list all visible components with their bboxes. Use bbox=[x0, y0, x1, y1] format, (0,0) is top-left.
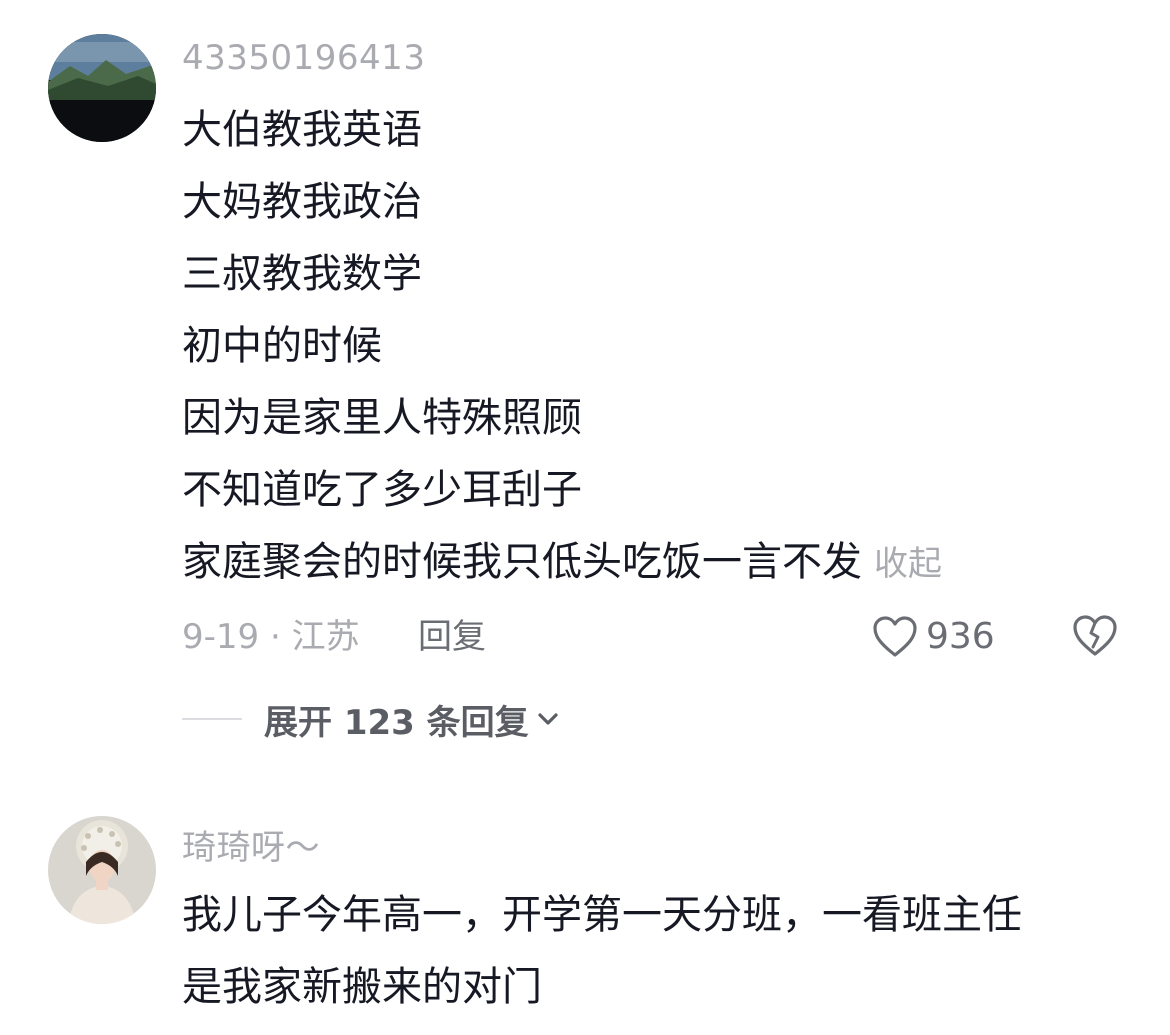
comment-line: 大妈教我政治 bbox=[182, 179, 422, 225]
comment-line: 初中的时候 bbox=[182, 323, 382, 369]
comment-username[interactable]: 43350196413 bbox=[182, 38, 425, 78]
chevron-down-icon bbox=[538, 713, 558, 725]
date-location: 9-19 · 江苏 bbox=[182, 617, 360, 657]
comment-line: 因为是家里人特殊照顾 bbox=[182, 395, 582, 441]
comment-line-last: 家庭聚会的时候我只低头吃饭一言不发 收起 bbox=[182, 526, 1132, 598]
comment-text: 大伯教我英语 大妈教我政治 三叔教我数学 初中的时候 因为是家里人特殊照顾 不知… bbox=[182, 94, 1132, 598]
comment-line: 是我家新搬来的对门 bbox=[182, 964, 542, 1010]
reply-button[interactable]: 回复 bbox=[418, 612, 486, 662]
comment-line: 家庭聚会的时候我只低头吃饭一言不发 bbox=[182, 539, 862, 585]
heart-icon bbox=[873, 616, 917, 657]
woman-portrait-icon bbox=[48, 816, 156, 924]
like-button[interactable]: 936 bbox=[872, 612, 995, 662]
comment-meta: 9-19 · 江苏 回复 936 bbox=[182, 612, 1170, 662]
divider-line bbox=[182, 718, 242, 720]
avatar[interactable] bbox=[48, 816, 156, 924]
comment-line: 不知道吃了多少耳刮子 bbox=[182, 467, 582, 513]
broken-heart-icon bbox=[1073, 615, 1117, 656]
comment-line: 三叔教我数学 bbox=[182, 251, 422, 297]
collapse-link[interactable]: 收起 bbox=[874, 544, 942, 584]
like-count: 936 bbox=[926, 616, 995, 657]
comment-username[interactable]: 琦琦呀～ bbox=[182, 820, 320, 869]
dislike-button[interactable] bbox=[1072, 614, 1118, 672]
expand-replies-button[interactable]: 展开 123 条回复 bbox=[182, 694, 559, 744]
comment-line: 大伯教我英语 bbox=[182, 107, 422, 153]
comment-line: 我儿子今年高一，开学第一天分班，一看班主任 bbox=[182, 892, 1022, 938]
expand-replies-label: 展开 123 条回复 bbox=[264, 702, 529, 743]
comment-text: 我儿子今年高一，开学第一天分班，一看班主任 是我家新搬来的对门 bbox=[182, 879, 1132, 1023]
mountain-landscape-icon bbox=[48, 34, 156, 142]
avatar[interactable] bbox=[48, 34, 156, 142]
